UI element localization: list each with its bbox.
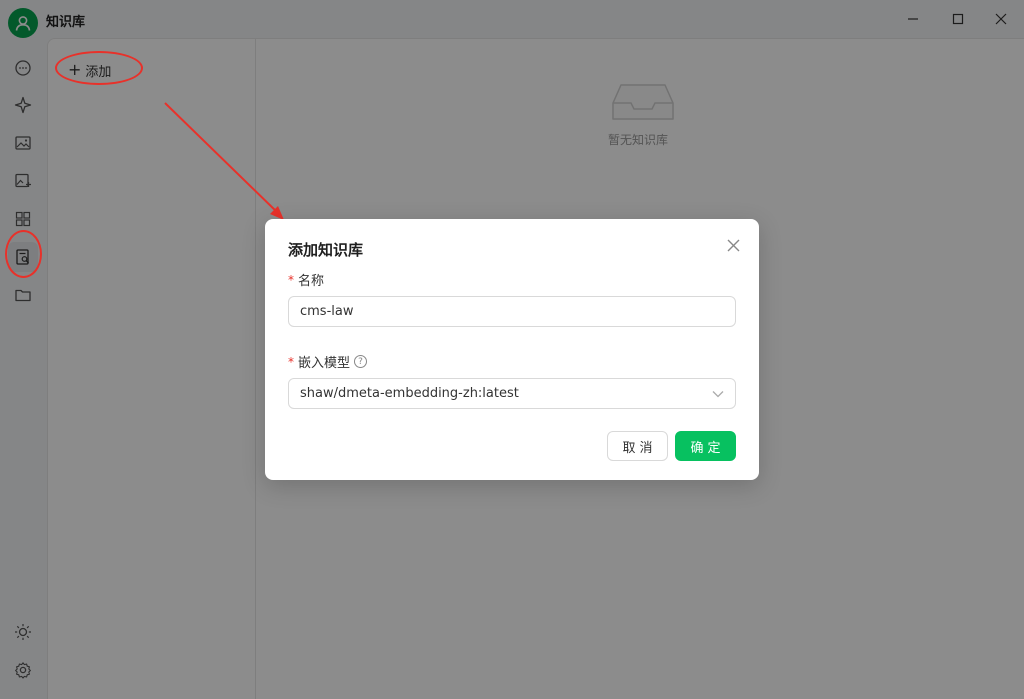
- help-icon[interactable]: ?: [354, 355, 368, 368]
- required-mark: *: [288, 272, 294, 287]
- dialog-title: 添加知识库: [288, 241, 364, 259]
- confirm-button[interactable]: 确定: [675, 431, 736, 461]
- chevron-down-icon: [712, 390, 724, 397]
- annotation-circle-add: [55, 51, 143, 85]
- cancel-button[interactable]: 取消: [607, 431, 668, 461]
- dialog-close-button[interactable]: [725, 237, 741, 253]
- annotation-circle-rail: [5, 230, 42, 278]
- required-mark: *: [288, 354, 294, 369]
- name-input[interactable]: [288, 296, 736, 327]
- close-icon: [727, 239, 739, 251]
- model-field-label: * 嵌入模型 ?: [288, 352, 368, 371]
- name-label-text: 名称: [298, 274, 325, 289]
- add-knowledge-dialog: 添加知识库 * 名称 * 嵌入模型 ? shaw/dmeta-embedding…: [265, 219, 759, 480]
- app-window: 知识库 + 添加 暂无知识库 添加知识库 * 名称 cms-law * 嵌入模型…: [0, 0, 1024, 699]
- embedding-model-select[interactable]: shaw/dmeta-embedding-zh:latest: [288, 378, 736, 409]
- name-field-label: * 名称: [288, 270, 325, 290]
- embedding-model-value: shaw/dmeta-embedding-zh:latest: [300, 386, 519, 401]
- model-label-text: 嵌入模型: [298, 356, 351, 371]
